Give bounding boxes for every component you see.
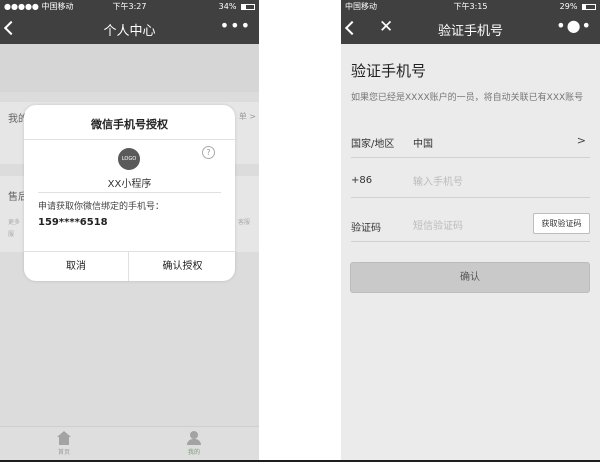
phone-input[interactable] (413, 175, 513, 189)
bottom-edge-bar (0, 460, 600, 467)
left-phone-screen: ●●●●● 中国移动 下午3:27 34% 个人中心 ••• 我的 单 > 售后… (0, 0, 259, 460)
battery-percent: 34% (218, 2, 237, 11)
country-value: 中国 (413, 139, 433, 150)
help-icon[interactable]: ? (202, 146, 215, 159)
nav-bar: ✕ 验证手机号 •●• (341, 14, 600, 44)
request-text: 申请获取你微信绑定的手机号： (38, 202, 165, 212)
phone-auth-dialog: 微信手机号授权 LOGO ? XX小程序 申请获取你微信绑定的手机号： 159*… (24, 105, 235, 281)
battery-status: 34% (219, 0, 255, 14)
dialog-divider (24, 139, 235, 140)
country-label: 国家/地区 (351, 139, 395, 150)
form-title: 验证手机号 (351, 62, 427, 80)
after-sales-note: 更多 (8, 219, 21, 226)
tab-bar: 首页 我的 (0, 426, 259, 460)
status-bar: 中国移动 下午3:15 29% (341, 0, 600, 14)
masked-phone-number: 159****6518 (38, 217, 108, 228)
after-sales-service-note: 客服 (238, 219, 251, 226)
battery-icon (241, 4, 255, 10)
tab-home[interactable]: 首页 (34, 431, 94, 456)
country-region-row[interactable]: 国家/地区 中国 > (351, 126, 590, 158)
after-sales-note-second: 服 (8, 231, 15, 238)
home-icon (56, 431, 72, 445)
chevron-right-icon: > (576, 134, 586, 147)
dialog-title: 微信手机号授权 (91, 118, 168, 131)
app-logo-icon: LOGO (118, 148, 140, 170)
nav-bar: 个人中心 ••• (0, 14, 259, 44)
confirm-authorize-button[interactable]: 确认授权 (130, 252, 235, 281)
dialog-button-row: 取消 确认授权 (24, 251, 235, 281)
form-description: 如果您已经是XXXX账户的一员，将自动关联已有XXX账号 (351, 93, 584, 103)
profile-banner (0, 44, 259, 92)
cancel-button[interactable]: 取消 (24, 252, 129, 281)
mini-program-name: XX小程序 (107, 179, 152, 190)
phone-number-row: +86 (351, 166, 590, 198)
dialog-separator (38, 192, 221, 193)
more-menu-icon[interactable]: •●• (556, 16, 592, 35)
tab-mine-label: 我的 (187, 449, 200, 456)
phone-prefix: +86 (351, 175, 373, 186)
tab-home-label: 首页 (57, 449, 70, 456)
sms-code-row: 验证码 获取验证码 (351, 210, 590, 242)
battery-status: 29% (560, 0, 596, 14)
status-bar: ●●●●● 中国移动 下午3:27 34% (0, 0, 259, 14)
get-code-button[interactable]: 获取验证码 (533, 213, 590, 234)
confirm-button[interactable]: 确认 (350, 262, 590, 293)
code-label: 验证码 (351, 223, 381, 234)
battery-percent: 29% (559, 2, 578, 11)
user-icon (186, 431, 202, 445)
tab-mine[interactable]: 我的 (164, 431, 224, 456)
sms-code-input[interactable] (413, 219, 513, 233)
battery-icon (582, 4, 596, 10)
my-orders-link[interactable]: 单 > (239, 111, 256, 122)
right-phone-screen: 中国移动 下午3:15 29% ✕ 验证手机号 •●• 验证手机号 如果您已经是… (341, 0, 600, 460)
more-menu-icon[interactable]: ••• (220, 16, 251, 35)
